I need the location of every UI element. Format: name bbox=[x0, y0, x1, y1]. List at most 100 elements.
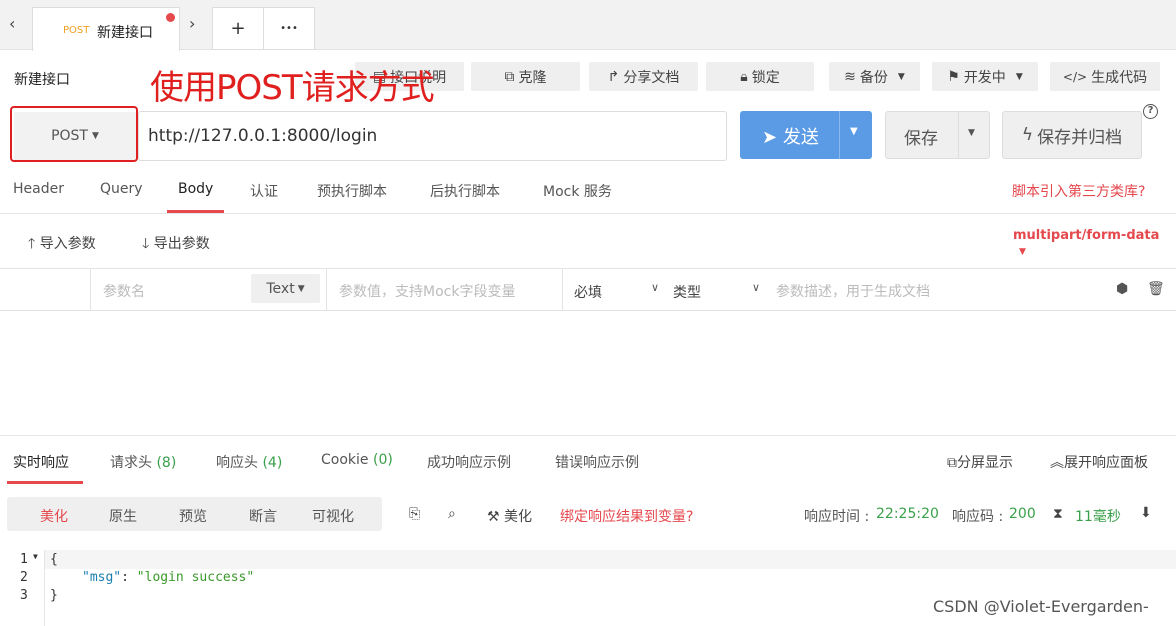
tab-pre-script[interactable]: 预执行脚本 bbox=[317, 181, 387, 201]
bind-variable-link[interactable]: 绑定响应结果到变量? bbox=[560, 506, 693, 526]
save-button-label: 保存 bbox=[904, 129, 938, 149]
active-tab-indicator bbox=[7, 481, 83, 484]
backup-button[interactable]: ≋ 备份 ▼ bbox=[829, 62, 920, 91]
share-button-label: 分享文档 bbox=[623, 69, 680, 86]
annotation-text: 使用POST请求方式 bbox=[150, 68, 435, 108]
export-label: 导出参数 bbox=[153, 236, 210, 252]
hourglass-icon: ⧗ bbox=[1053, 506, 1063, 522]
line-number: 2 bbox=[20, 570, 28, 585]
paper-plane-icon: ➤ bbox=[762, 127, 778, 148]
export-params-button[interactable]: 🡓 导出参数 bbox=[142, 233, 210, 257]
chevron-down-icon: ▼ bbox=[297, 283, 305, 294]
tab-request-headers[interactable]: 请求头 (8) bbox=[110, 452, 176, 472]
split-label: 分屏显示 bbox=[957, 455, 1013, 471]
param-value-input[interactable]: 参数值，支持Mock字段变量 bbox=[339, 281, 515, 301]
tab-realtime-response[interactable]: 实时响应 bbox=[13, 452, 69, 472]
tab-header[interactable]: Header bbox=[13, 181, 64, 197]
current-line-highlight bbox=[45, 550, 1176, 569]
trash-icon[interactable]: 🗑︎ bbox=[1147, 281, 1165, 297]
clone-icon: ⧉ bbox=[504, 68, 515, 85]
tab-post-script[interactable]: 后执行脚本 bbox=[430, 181, 500, 201]
chevrons-up-icon: ︽ bbox=[1050, 455, 1064, 471]
divider bbox=[90, 269, 91, 310]
code-line: } bbox=[50, 588, 58, 603]
response-code-value: 200 bbox=[1009, 506, 1036, 522]
param-type-value: Text bbox=[266, 280, 295, 297]
fold-icon[interactable]: ▼ bbox=[33, 552, 38, 561]
lock-button[interactable]: 🔒︎ 锁定 bbox=[706, 62, 814, 91]
tab-method-badge: POST bbox=[63, 25, 90, 36]
copy-icon[interactable]: ⎘ bbox=[409, 506, 420, 522]
tab-success-example[interactable]: 成功响应示例 bbox=[427, 452, 511, 472]
import-params-button[interactable]: 🡑 导入参数 bbox=[28, 233, 96, 257]
add-tab-button[interactable]: + bbox=[212, 7, 264, 50]
save-dropdown-icon[interactable]: ▼ bbox=[968, 128, 975, 138]
param-type-select[interactable]: Text ▼ bbox=[251, 274, 320, 303]
cube-icon[interactable]: ⬢ bbox=[1116, 281, 1128, 297]
share-doc-button[interactable]: ↱ 分享文档 bbox=[589, 62, 698, 91]
save-divider bbox=[958, 112, 959, 158]
divider bbox=[0, 435, 1176, 436]
arrow-down-icon: 🡓 bbox=[142, 236, 150, 252]
content-type-select[interactable]: multipart/form-data ▼ bbox=[1013, 228, 1176, 258]
download-icon[interactable]: ⬇ bbox=[1140, 505, 1152, 521]
gutter-divider bbox=[44, 550, 45, 626]
save-archive-button[interactable]: ϟ 保存并归档 bbox=[1002, 111, 1142, 159]
status-dropdown[interactable]: ⚑ 开发中 ▼ bbox=[932, 62, 1038, 91]
format-assert[interactable]: 断言 bbox=[249, 506, 277, 526]
tab-label: Cookie bbox=[321, 452, 369, 468]
search-icon[interactable]: ⌕ bbox=[448, 506, 456, 522]
json-colon: : bbox=[121, 570, 137, 585]
backup-button-label: 备份 bbox=[859, 69, 888, 86]
send-button-label: ➤ 发送 bbox=[762, 123, 819, 149]
divider bbox=[0, 213, 1176, 214]
tab-cookie[interactable]: Cookie (0) bbox=[321, 452, 393, 468]
tab-error-example[interactable]: 错误响应示例 bbox=[555, 452, 639, 472]
code-line: "msg": "login success" bbox=[82, 570, 254, 585]
send-button[interactable]: ➤ 发送 ▼ bbox=[740, 111, 872, 159]
format-raw[interactable]: 原生 bbox=[109, 506, 137, 526]
expand-panel-button[interactable]: ︽展开响应面板 bbox=[1050, 452, 1148, 472]
annotation-highlight-box bbox=[10, 106, 138, 162]
save-button[interactable]: 保存 ▼ bbox=[885, 111, 990, 159]
lock-icon: 🔒︎ bbox=[740, 68, 748, 85]
generate-code-button[interactable]: </> 生成代码 bbox=[1050, 62, 1160, 91]
response-code-label: 响应码 : bbox=[952, 509, 1004, 525]
tab-response-headers[interactable]: 响应头 (4) bbox=[216, 452, 282, 472]
kind-select[interactable]: 类型 bbox=[673, 282, 701, 302]
format-beautify[interactable]: 美化 bbox=[40, 506, 68, 526]
third-party-lib-link[interactable]: 脚本引入第三方类库? bbox=[1012, 181, 1145, 201]
line-number: 1 bbox=[20, 552, 28, 567]
status-label: 开发中 bbox=[963, 69, 1006, 86]
tab-body[interactable]: Body bbox=[178, 181, 213, 197]
magic-wand-icon: ⚒ bbox=[487, 509, 500, 525]
beautify-button[interactable]: ⚒ 美化 bbox=[487, 506, 532, 526]
tab-prev-icon[interactable]: ‹ bbox=[9, 14, 15, 33]
help-icon[interactable]: ? bbox=[1143, 104, 1158, 119]
tab-auth[interactable]: 认证 bbox=[250, 181, 278, 201]
code-line: { bbox=[50, 552, 58, 567]
format-preview[interactable]: 预览 bbox=[179, 506, 207, 526]
url-input[interactable]: http://127.0.0.1:8000/login bbox=[138, 111, 727, 161]
json-key: "msg" bbox=[82, 570, 122, 585]
tab-label: 响应头 bbox=[216, 455, 258, 471]
tab-label: 请求头 bbox=[110, 455, 152, 471]
param-desc-input[interactable]: 参数描述，用于生成文档 bbox=[776, 281, 930, 301]
save-archive-label: 保存并归档 bbox=[1037, 127, 1123, 148]
format-visualize[interactable]: 可视化 bbox=[312, 506, 354, 526]
param-name-input[interactable]: 参数名 bbox=[103, 281, 145, 301]
tab-next-icon[interactable]: › bbox=[189, 14, 195, 33]
duration-value: 11毫秒 bbox=[1075, 509, 1121, 525]
chevron-down-icon: ▼ bbox=[1015, 71, 1023, 82]
required-select[interactable]: 必填 bbox=[574, 282, 602, 302]
json-value: "login success" bbox=[136, 570, 255, 585]
clone-button[interactable]: ⧉ 克隆 bbox=[471, 62, 580, 91]
send-dropdown-icon[interactable]: ▼ bbox=[850, 126, 858, 137]
split-view-button[interactable]: ⧉分屏显示 bbox=[947, 452, 1013, 472]
tab-mock[interactable]: Mock 服务 bbox=[543, 181, 612, 201]
tab-query[interactable]: Query bbox=[100, 181, 143, 197]
import-label: 导入参数 bbox=[39, 236, 96, 252]
tab-new-api[interactable]: POST 新建接口 bbox=[32, 7, 180, 51]
more-tabs-button[interactable]: ••• bbox=[263, 7, 315, 50]
count-badge: (0) bbox=[372, 452, 393, 468]
